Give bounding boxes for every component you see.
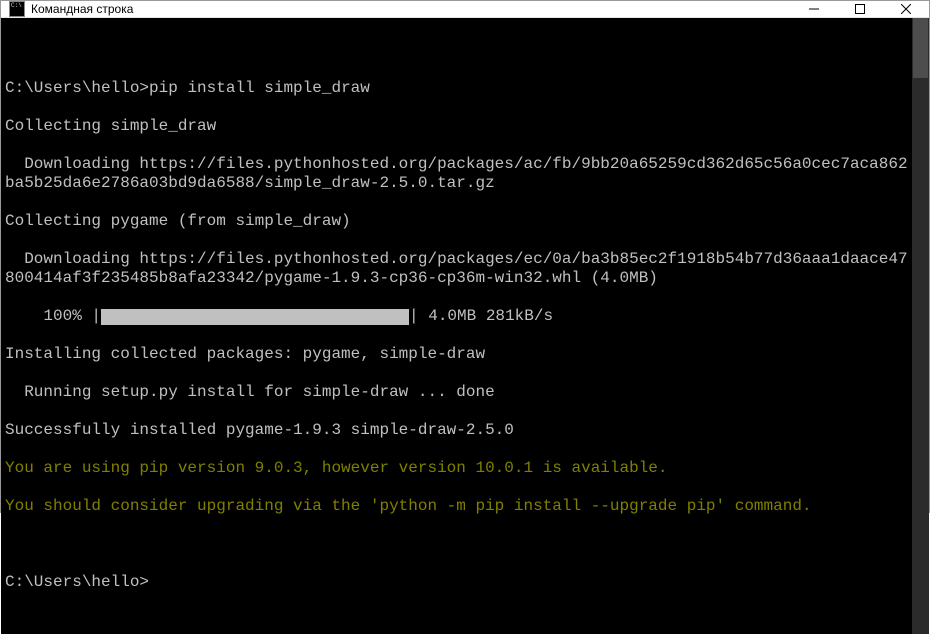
terminal-area: C:\Users\hello>pip install simple_draw C… [1, 18, 929, 634]
output-line: Successfully installed pygame-1.9.3 simp… [5, 421, 908, 440]
prompt: C:\Users\hello> [5, 79, 149, 97]
scrollbar-thumb[interactable] [913, 18, 928, 78]
window-controls [791, 1, 929, 17]
vertical-scrollbar[interactable] [912, 18, 929, 634]
command-text: pip install simple_draw [149, 79, 370, 97]
prompt: C:\Users\hello> [5, 573, 149, 591]
prompt-line: C:\Users\hello>pip install simple_draw [5, 79, 908, 98]
output-line: Downloading https://files.pythonhosted.o… [5, 250, 908, 288]
blank-line [5, 535, 908, 554]
output-line: Installing collected packages: pygame, s… [5, 345, 908, 364]
output-line: Collecting pygame (from simple_draw) [5, 212, 908, 231]
command-prompt-window: Командная строка C:\Users\hello>pip inst… [0, 0, 930, 513]
cmd-icon [9, 1, 25, 17]
warning-line: You are using pip version 9.0.3, however… [5, 459, 908, 478]
warning-line: You should consider upgrading via the 'p… [5, 497, 908, 516]
progress-bar [101, 309, 409, 325]
terminal-output[interactable]: C:\Users\hello>pip install simple_draw C… [1, 18, 912, 634]
close-button[interactable] [883, 1, 929, 17]
blank-line [5, 41, 908, 60]
output-line: Downloading https://files.pythonhosted.o… [5, 155, 908, 193]
minimize-button[interactable] [791, 1, 837, 17]
progress-line: 100% | | 4.0MB 281kB/s [5, 307, 908, 326]
progress-stats: | 4.0MB 281kB/s [409, 307, 553, 326]
output-line: Collecting simple_draw [5, 117, 908, 136]
titlebar[interactable]: Командная строка [1, 1, 929, 18]
prompt-line: C:\Users\hello> [5, 573, 908, 592]
window-title: Командная строка [31, 2, 133, 16]
progress-percent: 100% | [5, 307, 101, 326]
output-line: Running setup.py install for simple-draw… [5, 383, 908, 402]
maximize-button[interactable] [837, 1, 883, 17]
